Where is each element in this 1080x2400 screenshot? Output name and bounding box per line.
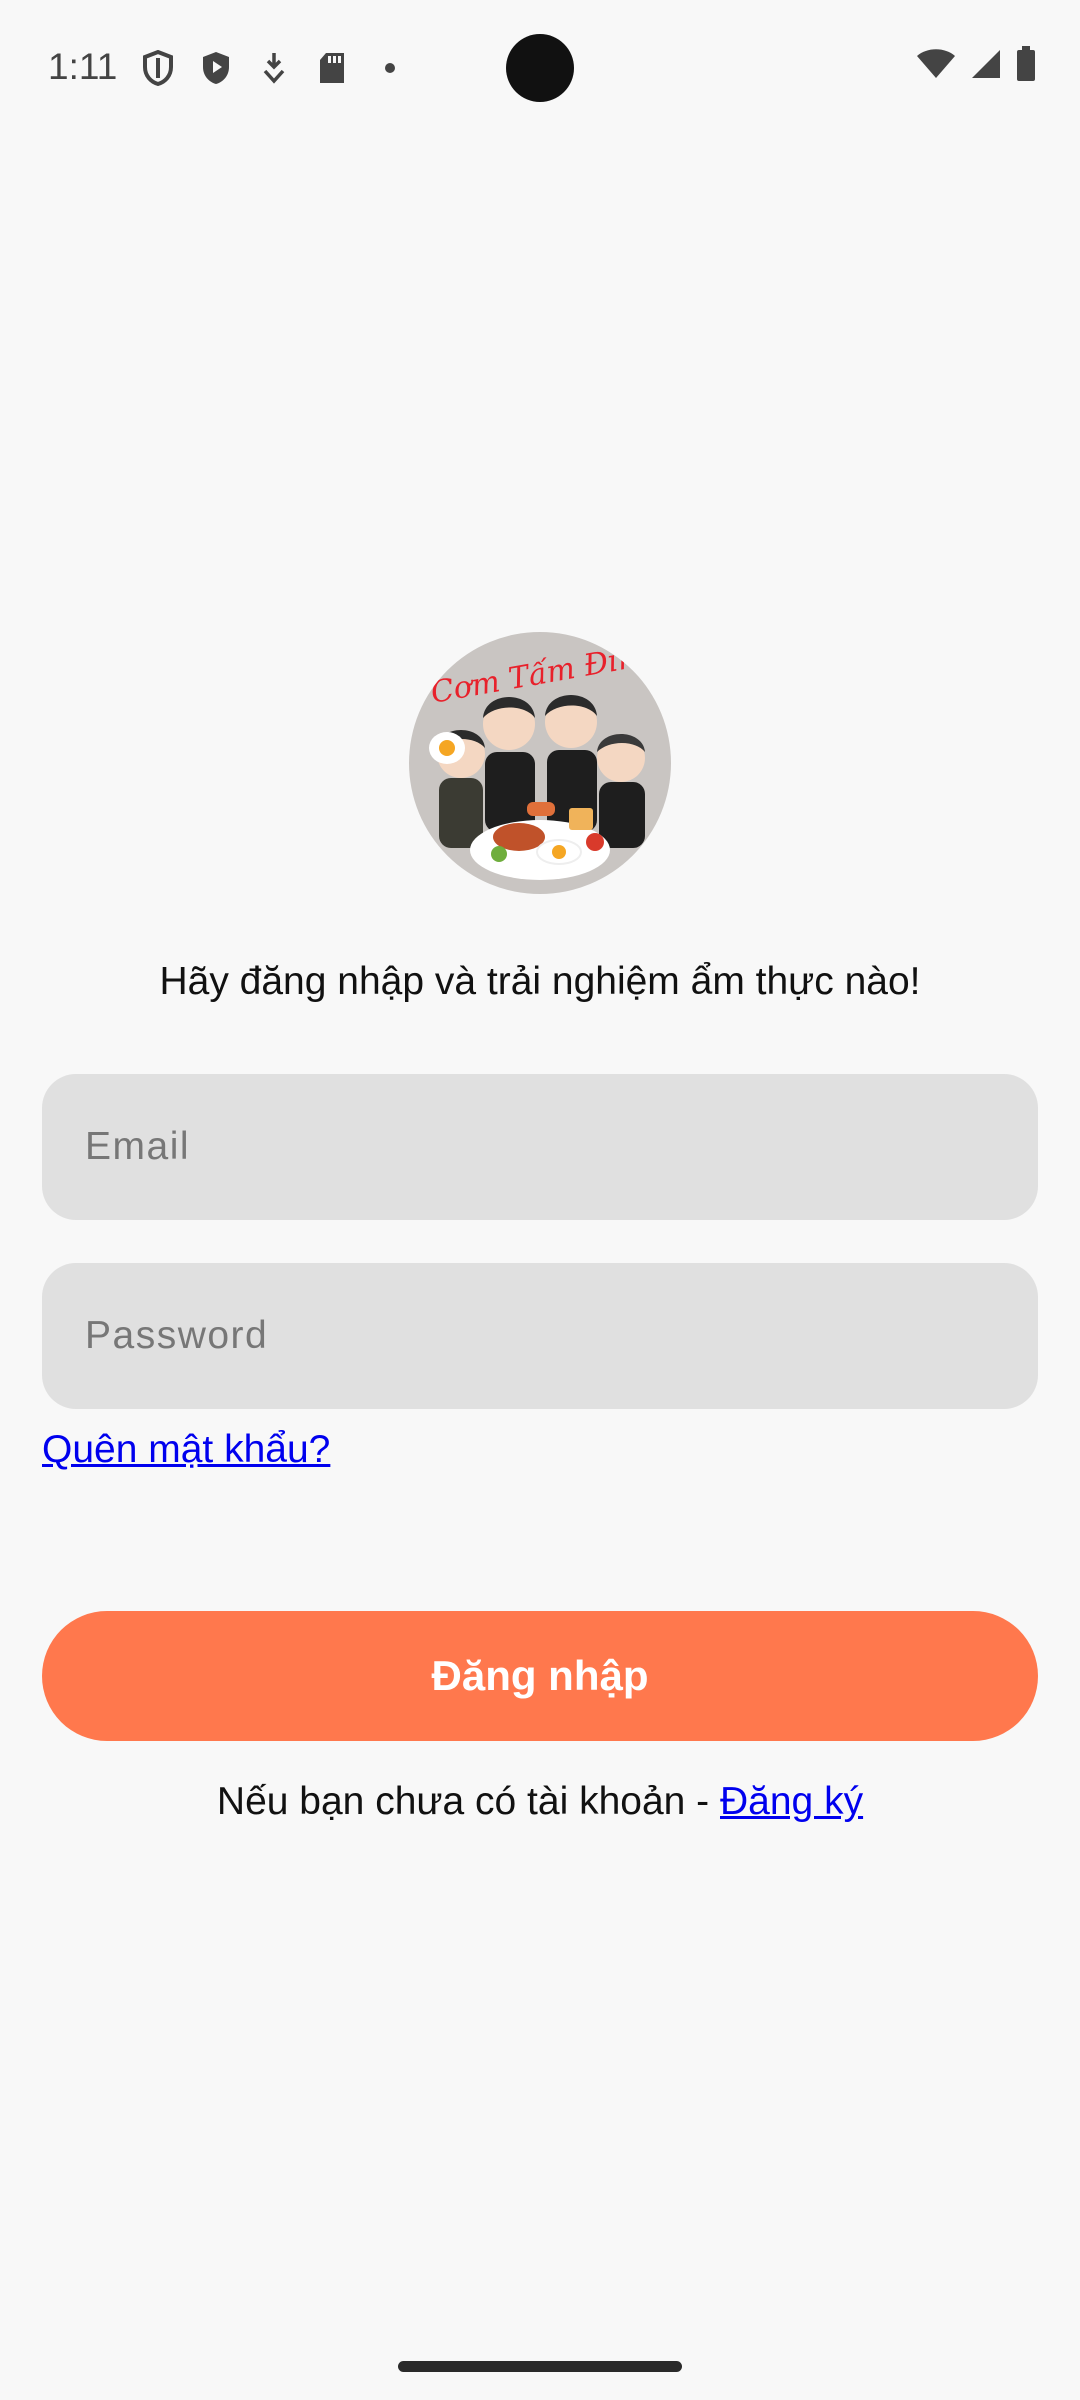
status-bar: 1:11 (0, 0, 1080, 136)
home-indicator[interactable] (398, 2361, 682, 2372)
shield-outline-icon (140, 48, 176, 88)
dot-icon (372, 48, 408, 88)
password-placeholder: Password (85, 1314, 269, 1357)
signup-prompt: Nếu bạn chưa có tài khoản - Đăng ký (0, 1780, 1080, 1824)
svg-text:Cơm Tấm Đim: Cơm Tấm Đim (428, 639, 648, 711)
signup-link[interactable]: Đăng ký (720, 1780, 863, 1823)
shield-play-icon (198, 48, 234, 88)
download-icon (256, 48, 292, 88)
sd-card-icon (314, 48, 350, 88)
system-icons (916, 46, 1036, 87)
signup-prompt-text: Nếu bạn chưa có tài khoản - (216, 1780, 720, 1823)
login-screen: 1:11 Cơm Tấm Đim Hãy đăng nhập và trải n… (0, 0, 1080, 2400)
email-field[interactable]: Email (42, 1074, 1038, 1220)
email-placeholder: Email (85, 1125, 191, 1168)
cellular-signal-icon (970, 48, 1002, 85)
welcome-tagline: Hãy đăng nhập và trải nghiệm ẩm thực nào… (159, 960, 921, 1003)
login-button-label: Đăng nhập (431, 1652, 649, 1699)
wifi-icon (916, 48, 956, 85)
login-button[interactable]: Đăng nhập (42, 1611, 1038, 1741)
status-time: 1:11 (48, 46, 118, 87)
battery-icon (1016, 46, 1036, 87)
notification-icons (140, 48, 408, 88)
app-logo: Cơm Tấm Đim (409, 632, 671, 894)
password-field[interactable]: Password (42, 1263, 1038, 1409)
camera-cutout (506, 34, 574, 102)
forgot-password-link[interactable]: Quên mật khẩu? (42, 1428, 330, 1472)
